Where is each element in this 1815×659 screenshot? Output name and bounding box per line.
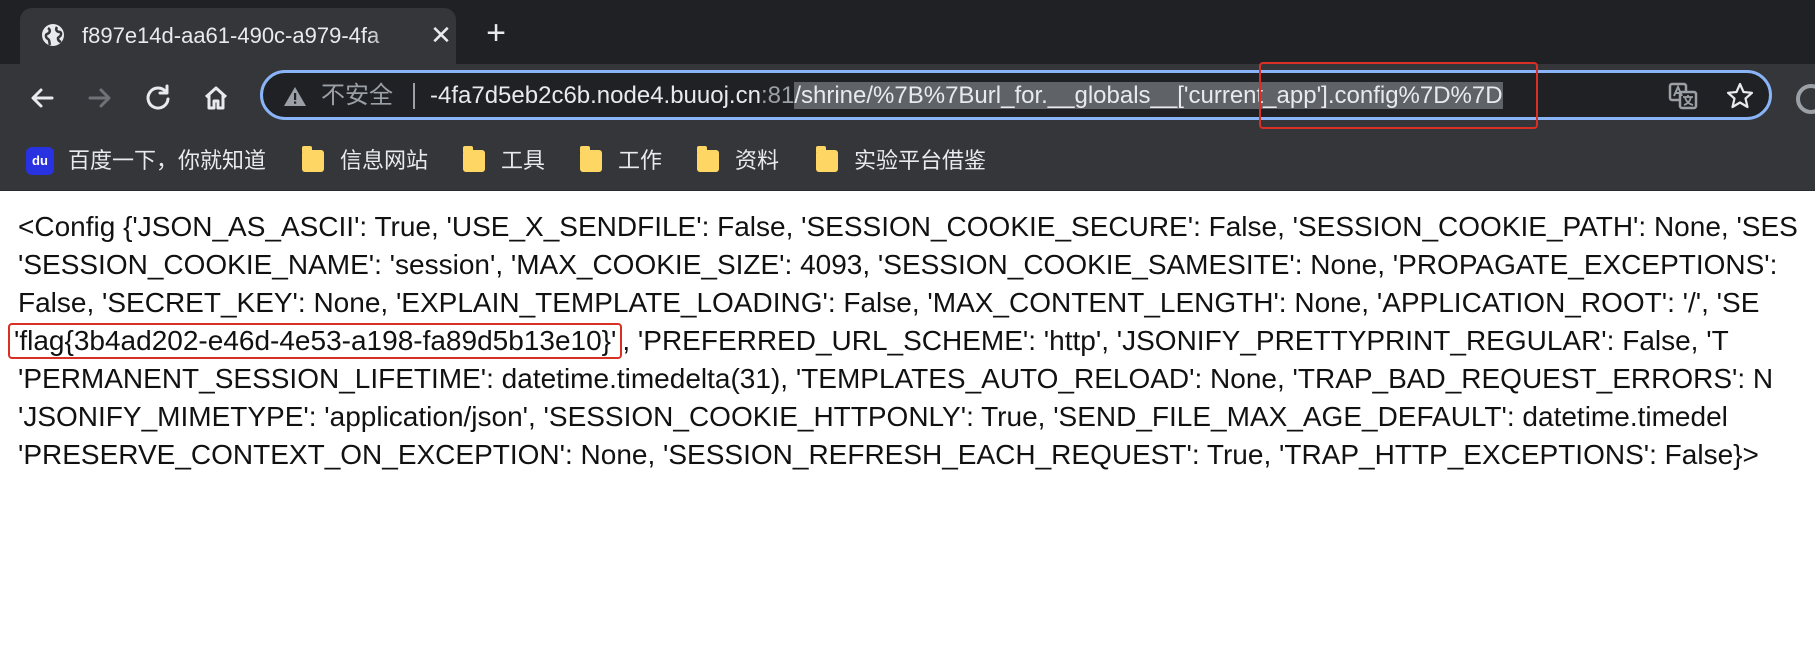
folder-icon <box>816 146 838 172</box>
home-icon <box>204 86 228 110</box>
folder-icon <box>697 146 719 172</box>
folder-icon <box>580 146 602 172</box>
config-line-4-rest: , 'PREFERRED_URL_SCHEME': 'http', 'JSONI… <box>622 325 1729 356</box>
config-line-4: 'flag{3b4ad202-e46d-4e53-a198-fa89d5b13e… <box>8 322 1815 360</box>
folder-icon <box>302 146 324 172</box>
url-highlight-box <box>1259 62 1538 129</box>
bookmark-folder-lab-platform[interactable]: 实验平台借鉴 <box>816 144 986 178</box>
config-line-2: 'SESSION_COOKIE_NAME': 'session', 'MAX_C… <box>18 249 1778 280</box>
flag-value: 'flag{3b4ad202-e46d-4e53-a198-fa89d5b13e… <box>8 323 623 359</box>
bookmark-baidu[interactable]: du 百度一下，你就知道 <box>26 144 266 178</box>
browser-tab[interactable]: f897e14d-aa61-490c-a979-4fa ✕ <box>20 8 456 64</box>
address-bar[interactable]: 不安全 -4fa7d5eb2c6b.node4.buuoj.cn:81/shri… <box>260 70 1772 120</box>
bookmark-label: 工具 <box>501 148 546 173</box>
bookmarks-bar: du 百度一下，你就知道 信息网站 工具 工作 资料 实验平台借鉴 <box>0 132 1815 191</box>
profile-icon[interactable] <box>1796 84 1815 114</box>
new-tab-button[interactable]: + <box>478 16 514 52</box>
close-tab-button[interactable]: ✕ <box>427 21 455 49</box>
home-button[interactable] <box>196 78 236 118</box>
bookmark-star-icon[interactable] <box>1725 81 1755 111</box>
bookmark-folder-work[interactable]: 工作 <box>580 144 662 178</box>
forward-arrow-icon <box>88 88 111 108</box>
reload-icon <box>146 84 170 110</box>
browser-toolbar: 不安全 -4fa7d5eb2c6b.node4.buuoj.cn:81/shri… <box>0 64 1815 132</box>
bookmark-label: 百度一下，你就知道 <box>68 148 267 173</box>
url-port: :81 <box>760 82 795 109</box>
back-button[interactable] <box>22 78 62 118</box>
bookmark-label: 信息网站 <box>340 148 429 173</box>
config-line-5: 'PERMANENT_SESSION_LIFETIME': datetime.t… <box>18 363 1774 394</box>
bookmark-label: 资料 <box>735 148 780 173</box>
page-body: <Config {'JSON_AS_ASCII': True, 'USE_X_S… <box>8 208 1815 474</box>
baidu-icon: du <box>26 147 54 175</box>
reload-button[interactable] <box>138 78 178 118</box>
bookmark-folder-tools[interactable]: 工具 <box>463 144 545 178</box>
tab-strip: f897e14d-aa61-490c-a979-4fa ✕ + <box>0 0 1815 64</box>
config-line-3: False, 'SECRET_KEY': None, 'EXPLAIN_TEMP… <box>18 287 1760 318</box>
bookmark-label: 实验平台借鉴 <box>854 148 987 173</box>
omnibox-divider <box>413 83 415 109</box>
url-host: -4fa7d5eb2c6b.node4.buuoj.cn <box>430 82 761 109</box>
tab-title: f897e14d-aa61-490c-a979-4fa <box>82 23 380 48</box>
back-arrow-icon <box>31 88 54 108</box>
warning-icon[interactable] <box>283 85 307 107</box>
config-line-6: 'JSONIFY_MIMETYPE': 'application/json', … <box>18 401 1728 432</box>
globe-icon <box>40 22 66 48</box>
bookmark-label: 工作 <box>618 148 663 173</box>
config-line-7: 'PRESERVE_CONTEXT_ON_EXCEPTION': None, '… <box>18 439 1759 470</box>
security-status[interactable]: 不安全 <box>321 81 393 111</box>
bookmark-folder-info-sites[interactable]: 信息网站 <box>302 144 428 178</box>
translate-icon[interactable] <box>1668 82 1698 110</box>
bookmark-folder-materials[interactable]: 资料 <box>697 144 779 178</box>
forward-button[interactable] <box>80 78 120 118</box>
folder-icon <box>463 146 485 172</box>
config-line-1: <Config {'JSON_AS_ASCII': True, 'USE_X_S… <box>18 211 1798 242</box>
